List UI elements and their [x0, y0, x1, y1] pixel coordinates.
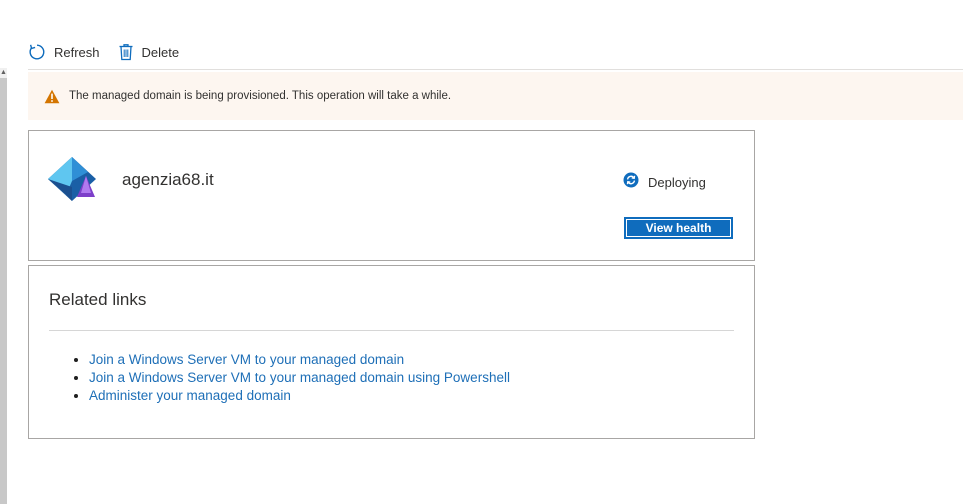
related-links-list: Join a Windows Server VM to your managed… — [49, 351, 510, 405]
divider — [49, 330, 734, 331]
delete-button[interactable]: Delete — [118, 43, 180, 61]
link-join-vm-powershell[interactable]: Join a Windows Server VM to your managed… — [89, 370, 510, 385]
trash-icon — [118, 43, 134, 61]
delete-label: Delete — [141, 44, 180, 60]
link-administer-domain[interactable]: Administer your managed domain — [89, 388, 291, 403]
related-links-title: Related links — [49, 290, 147, 309]
deployment-status: Deploying — [623, 172, 706, 193]
managed-domain-icon — [48, 157, 100, 208]
domain-name: agenzia68.it — [122, 170, 214, 189]
refresh-label: Refresh — [54, 44, 100, 60]
list-item: Join a Windows Server VM to your managed… — [89, 369, 510, 387]
view-health-button[interactable]: View health — [624, 217, 733, 239]
sync-icon — [623, 172, 639, 193]
scrollbar[interactable]: ▲ — [0, 68, 7, 504]
refresh-icon — [28, 43, 46, 61]
banner-message: The managed domain is being provisioned.… — [69, 90, 452, 102]
status-label: Deploying — [648, 175, 706, 190]
scroll-up-arrow-icon[interactable]: ▲ — [0, 68, 7, 78]
domain-card: agenzia68.it Deploying View health — [28, 130, 755, 261]
toolbar-divider — [28, 69, 963, 70]
refresh-button[interactable]: Refresh — [28, 43, 100, 61]
list-item: Join a Windows Server VM to your managed… — [89, 351, 510, 369]
warning-icon — [44, 89, 60, 104]
related-links-card: Related links Join a Windows Server VM t… — [28, 265, 755, 439]
list-item: Administer your managed domain — [89, 387, 510, 405]
provisioning-banner: The managed domain is being provisioned.… — [28, 72, 963, 120]
toolbar: Refresh Delete — [28, 40, 197, 64]
link-join-vm[interactable]: Join a Windows Server VM to your managed… — [89, 352, 404, 367]
